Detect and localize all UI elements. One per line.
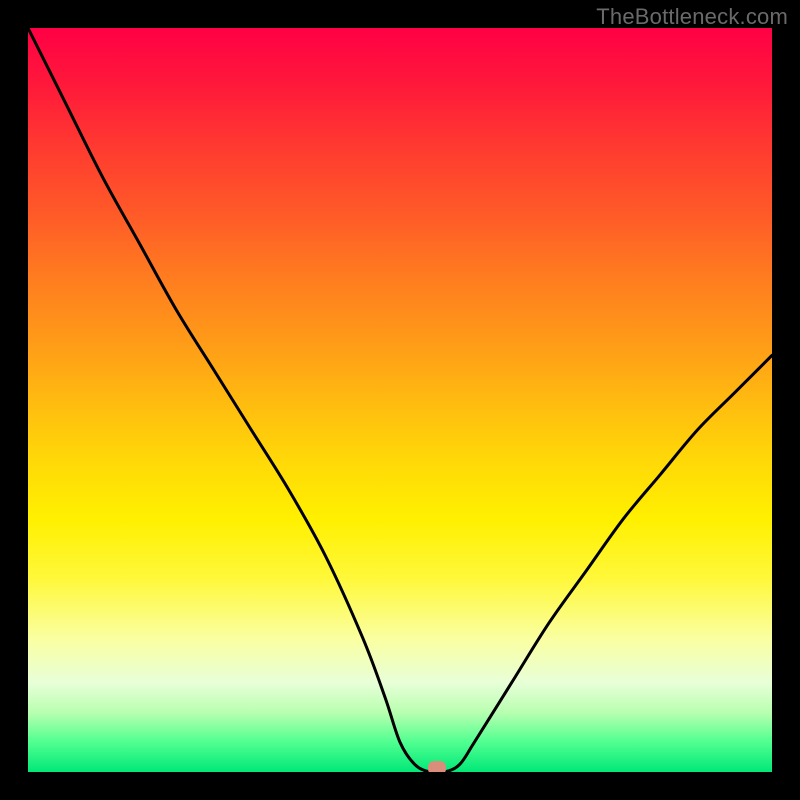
- watermark-text: TheBottleneck.com: [596, 4, 788, 30]
- chart-frame: TheBottleneck.com: [0, 0, 800, 800]
- plot-area: [28, 28, 772, 772]
- bottleneck-curve: [28, 28, 772, 772]
- optimal-point-marker: [428, 761, 446, 772]
- curve-svg: [28, 28, 772, 772]
